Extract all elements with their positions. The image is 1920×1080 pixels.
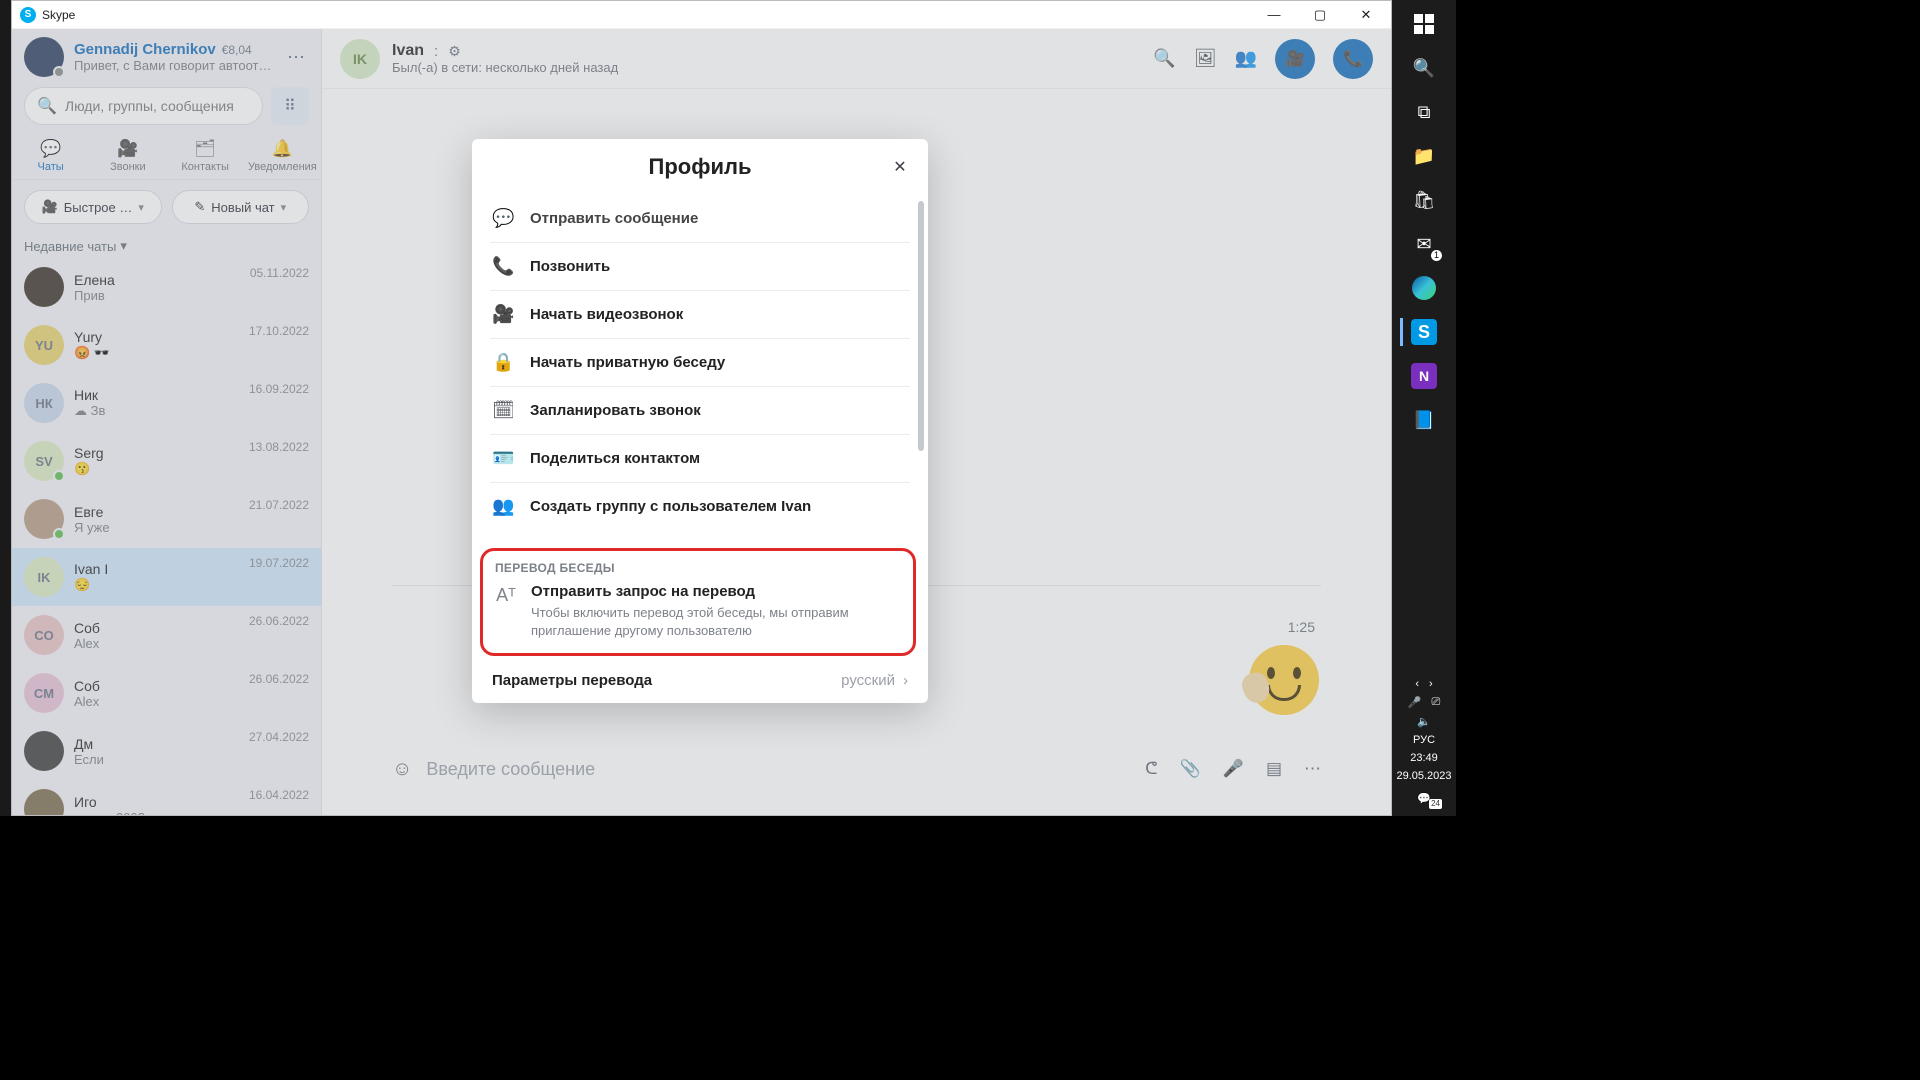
translation-section-title: ПЕРЕВОД БЕСЕДЫ (493, 561, 903, 575)
translate-icon: Aᵀ (495, 583, 517, 639)
tray-expand-icon[interactable]: › (1429, 678, 1433, 690)
contact-card-icon: 🪪 (492, 448, 514, 469)
translation-section-highlight: ПЕРЕВОД БЕСЕДЫ Aᵀ Отправить запрос на пе… (480, 548, 916, 656)
window-minimize-button[interactable]: — (1251, 1, 1297, 29)
tray-language[interactable]: РУС (1413, 734, 1435, 746)
tray-date[interactable]: 29.05.2023 (1396, 770, 1451, 782)
tray-time[interactable]: 23:49 (1410, 752, 1438, 764)
edge-icon (1412, 276, 1436, 300)
phone-icon: 📞 (492, 256, 514, 277)
tray-cast-icon[interactable]: ⎚ (1431, 696, 1440, 709)
taskbar-skype[interactable]: S (1400, 312, 1448, 352)
start-button[interactable] (1400, 4, 1448, 44)
taskbar-edge[interactable] (1400, 268, 1448, 308)
group-icon: 👥 (492, 496, 514, 517)
profile-row-share-contact[interactable]: 🪪 Поделиться контактом (490, 435, 910, 483)
profile-row-private-chat[interactable]: 🔒 Начать приватную беседу (490, 339, 910, 387)
translation-request-title: Отправить запрос на перевод (531, 583, 901, 600)
modal-scrollbar[interactable] (918, 201, 924, 451)
translation-request-desc: Чтобы включить перевод этой беседы, мы о… (531, 604, 901, 639)
profile-row-send-message[interactable]: 💬 Отправить сообщение (490, 195, 910, 243)
taskbar-onenote[interactable]: N (1400, 356, 1448, 396)
message-icon: 💬 (492, 208, 514, 229)
profile-row-video-call[interactable]: 🎥 Начать видеозвонок (490, 291, 910, 339)
schedule-icon: 🗓 (492, 400, 514, 421)
taskbar-notepad[interactable]: 📘 (1400, 400, 1448, 440)
window-title: Skype (42, 8, 75, 22)
modal-close-button[interactable]: ✕ (886, 153, 914, 181)
task-view-button[interactable]: ⧉ (1400, 92, 1448, 132)
lock-chat-icon: 🔒 (492, 352, 514, 373)
windows-taskbar: 🔍 ⧉ 📁 🛍 ✉1 S N 📘 ‹ › 🎤 ⎚ 🔈 РУС 23:49 29.05… (1392, 0, 1456, 816)
profile-row-call[interactable]: 📞 Позвонить (490, 243, 910, 291)
profile-row-create-group[interactable]: 👥 Создать группу с пользователем Ivan (490, 483, 910, 530)
chevron-right-icon: › (903, 672, 908, 689)
tray-mic-icon[interactable]: 🎤 (1408, 696, 1422, 709)
window-close-button[interactable]: ✕ (1343, 1, 1389, 29)
translation-request-row[interactable]: Aᵀ Отправить запрос на перевод Чтобы вкл… (493, 583, 903, 639)
skype-icon: S (1411, 319, 1437, 345)
taskbar-search-button[interactable]: 🔍 (1400, 48, 1448, 88)
titlebar: S Skype — ▢ ✕ (12, 1, 1391, 29)
skype-logo-icon: S (20, 7, 36, 23)
translation-params-row[interactable]: Параметры перевода русский› (490, 656, 910, 689)
window-maximize-button[interactable]: ▢ (1297, 1, 1343, 29)
windows-logo-icon (1414, 14, 1434, 34)
tray-volume-icon[interactable]: 🔈 (1417, 715, 1431, 728)
taskbar-mail[interactable]: ✉1 (1400, 224, 1448, 264)
video-icon: 🎥 (492, 304, 514, 325)
modal-title: Профиль (649, 154, 752, 180)
tray-chevron-icon[interactable]: ‹ (1415, 678, 1419, 690)
profile-modal: Профиль ✕ 💬 Отправить сообщение 📞 Позвон… (472, 139, 928, 703)
onenote-icon: N (1411, 363, 1437, 389)
taskbar-explorer[interactable]: 📁 (1400, 136, 1448, 176)
skype-window: S Skype — ▢ ✕ Gennadij Chernikov €8,04 П… (11, 0, 1392, 816)
taskbar-store[interactable]: 🛍 (1400, 180, 1448, 220)
profile-row-schedule-call[interactable]: 🗓 Запланировать звонок (490, 387, 910, 435)
